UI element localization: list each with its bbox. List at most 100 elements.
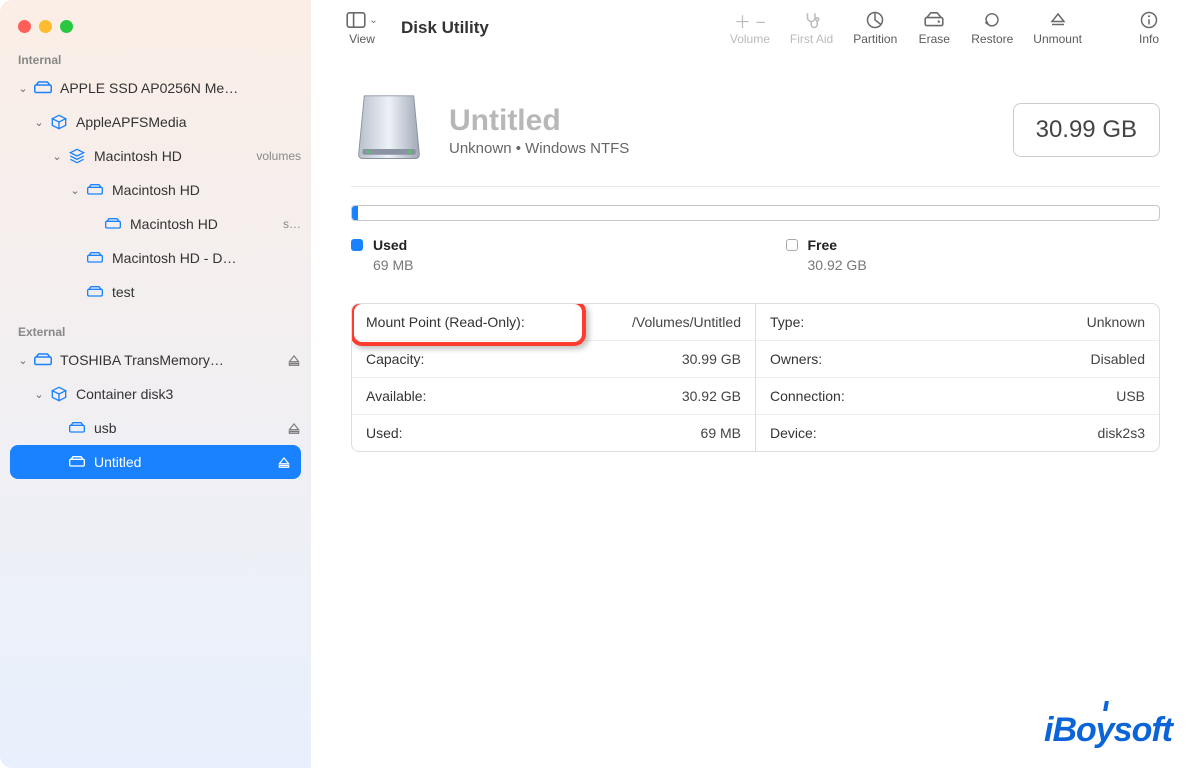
info-key: Owners: xyxy=(770,351,822,367)
sidebar-toggle-icon: ⌄ xyxy=(346,10,377,30)
volume-header: Untitled Unknown • Windows NTFS 30.99 GB xyxy=(311,56,1200,186)
external-disk-icon xyxy=(32,353,54,367)
sidebar-item-apfs-media[interactable]: ⌄ AppleAPFSMedia xyxy=(0,105,311,139)
sidebar-item-suffix: volumes xyxy=(256,149,301,163)
sidebar-item-label: test xyxy=(112,284,301,300)
chevron-down-icon: ⌄ xyxy=(52,150,62,163)
volume-drive-icon xyxy=(351,92,427,168)
info-val: Unknown xyxy=(1087,314,1145,330)
app-title: Disk Utility xyxy=(401,18,489,38)
sidebar-item-label: Macintosh HD xyxy=(112,182,301,198)
external-disk-icon xyxy=(66,456,88,468)
sidebar-item-usb[interactable]: ⌄ usb xyxy=(0,411,311,445)
info-button[interactable]: Info xyxy=(1122,10,1176,46)
sidebar-item-untitled[interactable]: ⌄ Untitled xyxy=(10,445,301,479)
window-traffic-lights xyxy=(0,8,311,47)
sidebar-item-label: Untitled xyxy=(94,454,277,470)
info-row-owners: Owners: Disabled xyxy=(756,340,1159,377)
partition-icon xyxy=(866,10,884,30)
volume-plus-minus-icon: ＋ − xyxy=(734,10,766,30)
sidebar-item-test[interactable]: ⌄ test xyxy=(0,275,311,309)
legend-free-label: Free xyxy=(808,237,838,253)
legend-dot-free xyxy=(786,239,798,251)
sidebar-item-mac-hd-data[interactable]: ⌄ Macintosh HD - D… xyxy=(0,241,311,275)
sidebar-item-mac-hd-vols[interactable]: ⌄ Macintosh HD volumes xyxy=(0,139,311,173)
partition-button[interactable]: Partition xyxy=(843,10,907,46)
disk-icon xyxy=(84,252,106,264)
cube-icon xyxy=(48,114,70,130)
toolbar-label: Erase xyxy=(919,32,950,46)
info-row-capacity: Capacity: 30.99 GB xyxy=(352,340,755,377)
divider xyxy=(351,186,1160,187)
sidebar-item-label: usb xyxy=(94,420,287,436)
info-icon xyxy=(1140,10,1158,30)
info-row-connection: Connection: USB xyxy=(756,377,1159,414)
legend-used-value: 69 MB xyxy=(373,257,726,273)
sidebar-item-label: Macintosh HD xyxy=(130,216,277,232)
chevron-down-icon: ⌄ xyxy=(18,354,28,367)
toolbar-label: View xyxy=(349,32,375,46)
disk-icon xyxy=(32,81,54,95)
sidebar-item-label: Macintosh HD - D… xyxy=(112,250,301,266)
sidebar-item-label: Macintosh HD xyxy=(94,148,250,164)
close-button[interactable] xyxy=(18,20,31,33)
legend-free-value: 30.92 GB xyxy=(808,257,1161,273)
eject-icon[interactable] xyxy=(287,353,301,367)
volume-subtitle: Unknown • Windows NTFS xyxy=(449,140,629,157)
legend-used-label: Used xyxy=(373,237,407,253)
zoom-button[interactable] xyxy=(60,20,73,33)
disk-icon xyxy=(66,422,88,434)
info-table: Mount Point (Read-Only): /Volumes/Untitl… xyxy=(351,303,1160,452)
info-key: Type: xyxy=(770,314,804,330)
eject-icon[interactable] xyxy=(287,421,301,435)
info-column-left: Mount Point (Read-Only): /Volumes/Untitl… xyxy=(352,304,755,451)
usage-bar xyxy=(351,205,1160,221)
sidebar-item-label: TOSHIBA TransMemory… xyxy=(60,352,287,368)
volume-button[interactable]: ＋ − Volume xyxy=(720,10,780,46)
info-row-type: Type: Unknown xyxy=(756,304,1159,340)
first-aid-button[interactable]: First Aid xyxy=(780,10,843,46)
erase-button[interactable]: Erase xyxy=(907,10,961,46)
restore-button[interactable]: Restore xyxy=(961,10,1023,46)
sidebar-item-label: APPLE SSD AP0256N Me… xyxy=(60,80,301,96)
toolbar-label: Info xyxy=(1139,32,1159,46)
disk-icon xyxy=(84,184,106,196)
eject-icon[interactable] xyxy=(277,455,291,469)
unmount-button[interactable]: Unmount xyxy=(1023,10,1092,46)
info-key: Mount Point (Read-Only): xyxy=(366,314,525,330)
chevron-down-icon: ⌄ xyxy=(34,116,44,129)
volume-capacity-badge: 30.99 GB xyxy=(1013,103,1160,157)
toolbar-label: Partition xyxy=(853,32,897,46)
toolbar-label: Volume xyxy=(730,32,770,46)
disk-icon xyxy=(84,286,106,298)
sidebar: Internal ⌄ APPLE SSD AP0256N Me… ⌄ Apple… xyxy=(0,0,311,768)
toolbar-label: Restore xyxy=(971,32,1013,46)
sidebar-section-internal: Internal xyxy=(0,47,311,71)
minimize-button[interactable] xyxy=(39,20,52,33)
info-val: Disabled xyxy=(1091,351,1145,367)
chevron-down-icon: ⌄ xyxy=(34,388,44,401)
usage-used-segment xyxy=(352,206,358,220)
stack-icon xyxy=(66,148,88,164)
sidebar-item-suffix: s… xyxy=(283,217,301,231)
sidebar-section-external: External xyxy=(0,319,311,343)
sidebar-item-internal-disk[interactable]: ⌄ APPLE SSD AP0256N Me… xyxy=(0,71,311,105)
disk-utility-window: Internal ⌄ APPLE SSD AP0256N Me… ⌄ Apple… xyxy=(0,0,1200,768)
info-key: Capacity: xyxy=(366,351,424,367)
sidebar-item-container-disk3[interactable]: ⌄ Container disk3 xyxy=(0,377,311,411)
cube-icon xyxy=(48,386,70,402)
sidebar-item-toshiba[interactable]: ⌄ TOSHIBA TransMemory… xyxy=(0,343,311,377)
view-button[interactable]: ⌄ View xyxy=(335,10,389,46)
info-key: Used: xyxy=(366,425,403,441)
usage-legend: Used 69 MB Free 30.92 GB xyxy=(351,237,1160,273)
legend-dot-used xyxy=(351,239,363,251)
info-column-right: Type: Unknown Owners: Disabled Connectio… xyxy=(755,304,1159,451)
stethoscope-icon xyxy=(802,10,822,30)
sidebar-item-mac-hd[interactable]: ⌄ Macintosh HD xyxy=(0,173,311,207)
info-row-available: Available: 30.92 GB xyxy=(352,377,755,414)
info-row-used: Used: 69 MB xyxy=(352,414,755,451)
toolbar-label: First Aid xyxy=(790,32,833,46)
sidebar-item-mac-hd-snap[interactable]: ⌄ Macintosh HD s… xyxy=(0,207,311,241)
toolbar: ⌄ View Disk Utility ＋ − Volume First Aid xyxy=(311,0,1200,56)
info-val: 30.99 GB xyxy=(682,351,741,367)
